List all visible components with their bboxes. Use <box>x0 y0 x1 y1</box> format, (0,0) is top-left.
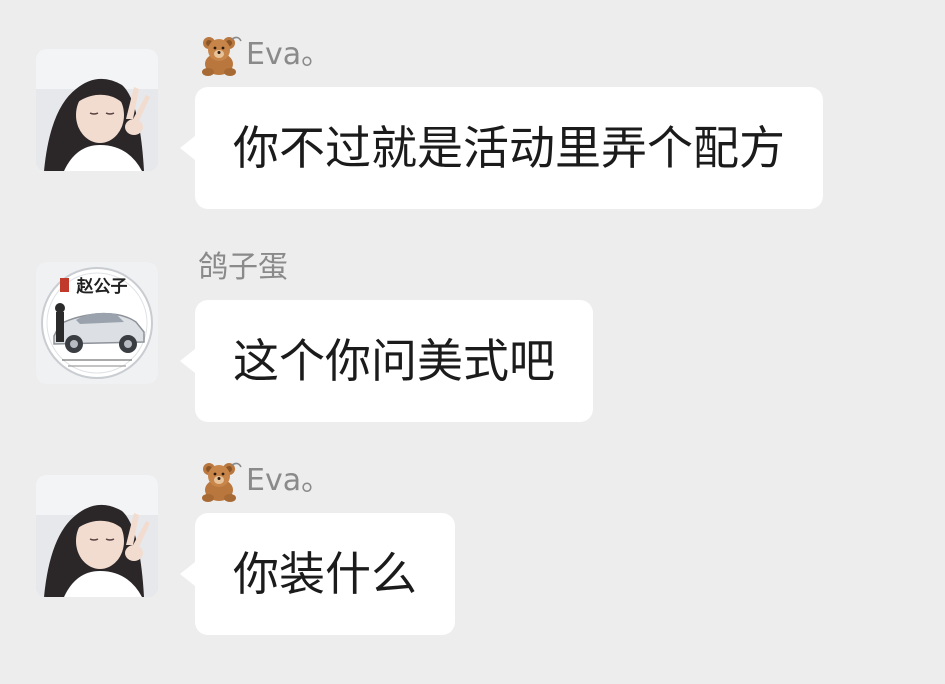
sender-name-text: Eva。 <box>246 37 332 72</box>
sender-name: 鸽子蛋 <box>198 246 288 290</box>
avatar-badge-text: 赵公子 <box>76 276 128 297</box>
sender-name-text: Eva。 <box>246 463 332 498</box>
message-text: 这个你问美式吧 <box>233 334 555 388</box>
avatar[interactable] <box>36 475 158 597</box>
teddy-bear-icon <box>202 462 242 502</box>
message-bubble[interactable]: 这个你问美式吧 <box>180 300 593 422</box>
avatar[interactable]: 赵公子 <box>36 262 158 384</box>
teddy-bear-icon <box>202 36 242 76</box>
message-text: 你装什么 <box>233 547 417 601</box>
avatar[interactable] <box>36 49 158 171</box>
message-bubble[interactable]: 你不过就是活动里弄个配方 <box>180 87 823 209</box>
sender-name: Eva。 <box>198 33 331 77</box>
bubble-tail <box>180 349 195 373</box>
message-bubble[interactable]: 你装什么 <box>180 513 455 635</box>
bubble-tail <box>180 136 195 160</box>
sender-name: Eva。 <box>198 459 331 503</box>
bubble-tail <box>180 562 195 586</box>
sender-name-text: 鸽子蛋 <box>198 250 288 285</box>
message-text: 你不过就是活动里弄个配方 <box>233 121 785 175</box>
